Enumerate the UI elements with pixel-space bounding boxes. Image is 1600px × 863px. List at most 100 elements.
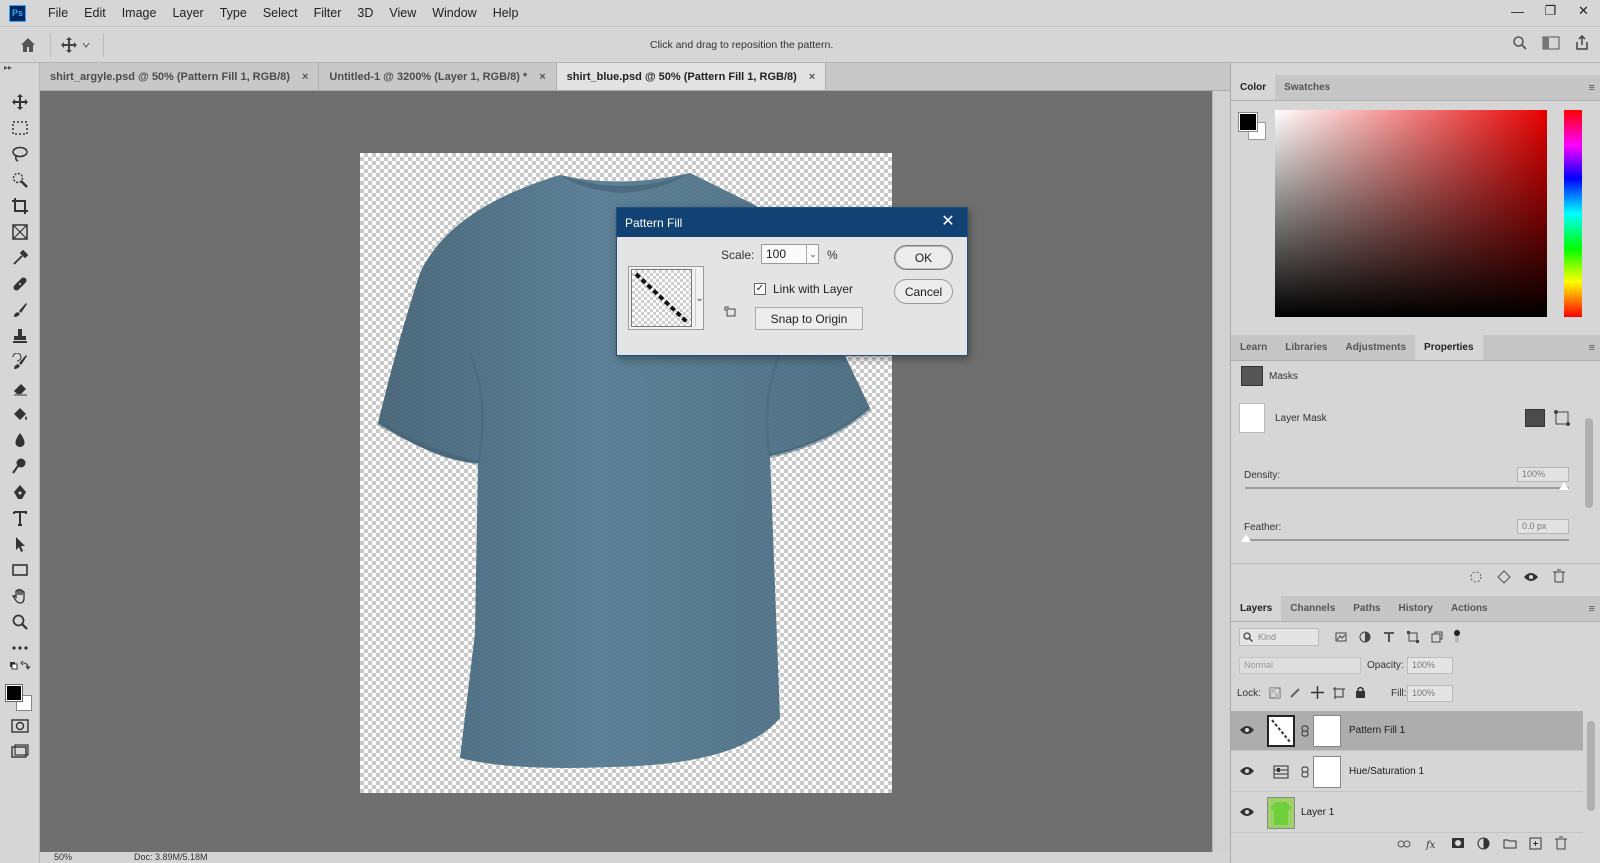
panel-menu-icon[interactable]: ≡ — [1589, 82, 1595, 94]
scale-dropdown-arrow-icon[interactable]: ⌄ — [806, 245, 819, 263]
menu-help[interactable]: Help — [485, 0, 527, 26]
tab-untitled-1[interactable]: Untitled-1 @ 3200% (Layer 1, RGB/8) * × — [319, 63, 557, 90]
rectangle-tool-icon[interactable] — [8, 559, 32, 581]
tab-actions[interactable]: Actions — [1442, 596, 1497, 621]
layer-mask-thumbnail[interactable] — [1313, 715, 1341, 747]
add-pixel-mask-icon[interactable] — [1525, 409, 1545, 427]
panel-menu-icon[interactable]: ≡ — [1589, 603, 1595, 615]
quick-mask-icon[interactable] — [8, 715, 32, 737]
menu-view[interactable]: View — [381, 0, 424, 26]
move-tool-preset[interactable] — [60, 35, 100, 55]
layer-mask-thumbnail[interactable] — [1313, 756, 1341, 788]
layers-scrollbar[interactable] — [1585, 709, 1597, 829]
crop-tool-icon[interactable] — [8, 195, 32, 217]
lasso-tool-icon[interactable] — [8, 143, 32, 165]
pattern-picker[interactable]: ⌄ — [628, 266, 704, 330]
menu-edit[interactable]: Edit — [76, 0, 114, 26]
filter-adjustment-icon[interactable] — [1359, 631, 1371, 643]
marquee-tool-icon[interactable] — [8, 117, 32, 139]
filter-pixel-icon[interactable] — [1335, 631, 1347, 643]
layer-row-layer-1[interactable]: Layer 1 — [1231, 793, 1583, 833]
zoom-level[interactable]: 50% — [54, 852, 72, 862]
dialog-title-bar[interactable]: Pattern Fill ✕ — [617, 208, 967, 237]
tab-channels[interactable]: Channels — [1281, 596, 1344, 621]
add-mask-icon[interactable] — [1451, 837, 1465, 849]
tab-paths[interactable]: Paths — [1344, 596, 1389, 621]
lock-artboard-icon[interactable] — [1333, 687, 1345, 699]
screen-mode-icon[interactable] — [8, 741, 32, 763]
lock-pixels-icon[interactable] — [1289, 687, 1301, 699]
new-adjustment-layer-icon[interactable] — [1477, 837, 1490, 850]
tab-learn[interactable]: Learn — [1231, 335, 1276, 360]
eyedropper-tool-icon[interactable] — [8, 247, 32, 269]
properties-scrollbar[interactable] — [1583, 398, 1595, 558]
apply-mask-icon[interactable] — [1497, 570, 1511, 584]
fx-icon[interactable]: fx — [1425, 837, 1439, 851]
feather-slider[interactable] — [1245, 539, 1569, 541]
minimize-button[interactable]: — — [1501, 0, 1534, 22]
scrollbar-thumb[interactable] — [1587, 721, 1595, 811]
menu-file[interactable]: File — [40, 0, 76, 26]
layer-row-pattern-fill[interactable]: Pattern Fill 1 — [1231, 711, 1583, 751]
close-tab-icon[interactable]: × — [809, 71, 815, 83]
tab-layers[interactable]: Layers — [1231, 596, 1282, 621]
color-panel-foreground-swatch[interactable] — [1238, 112, 1258, 132]
filter-type-icon[interactable] — [1383, 631, 1395, 643]
fill-input[interactable]: 100% — [1407, 685, 1453, 702]
visibility-eye-icon[interactable] — [1523, 571, 1539, 583]
filter-shape-icon[interactable] — [1407, 631, 1419, 643]
eraser-tool-icon[interactable] — [8, 377, 32, 399]
layer-row-hue-saturation[interactable]: Hue/Saturation 1 — [1231, 752, 1583, 792]
menu-filter[interactable]: Filter — [306, 0, 350, 26]
lock-transparent-icon[interactable] — [1269, 687, 1281, 699]
blend-mode-select[interactable]: Normal — [1239, 657, 1361, 674]
swap-colors-icon[interactable] — [8, 659, 32, 673]
tab-color[interactable]: Color — [1231, 75, 1276, 100]
brush-tool-icon[interactable] — [8, 299, 32, 321]
load-selection-icon[interactable] — [1469, 570, 1483, 584]
opacity-input[interactable]: 100% — [1407, 657, 1453, 674]
lock-position-icon[interactable] — [1311, 686, 1324, 699]
path-selection-tool-icon[interactable] — [8, 533, 32, 555]
layer-mask-thumbnail[interactable] — [1239, 403, 1265, 433]
density-input[interactable]: 100% — [1517, 467, 1569, 482]
new-layer-icon[interactable] — [1529, 837, 1542, 850]
close-window-button[interactable]: ✕ — [1567, 0, 1600, 22]
cancel-button[interactable]: Cancel — [894, 279, 953, 304]
color-picker-field[interactable] — [1275, 110, 1547, 317]
feather-slider-thumb[interactable] — [1241, 534, 1251, 542]
tab-shirt-blue[interactable]: shirt_blue.psd @ 50% (Pattern Fill 1, RG… — [556, 63, 827, 90]
scrollbar-thumb[interactable] — [1585, 418, 1593, 508]
quick-selection-tool-icon[interactable] — [8, 169, 32, 191]
frame-tool-icon[interactable] — [8, 221, 32, 243]
feather-input[interactable]: 0.0 px — [1517, 519, 1569, 534]
pattern-fill-thumbnail[interactable] — [1267, 715, 1295, 747]
menu-type[interactable]: Type — [212, 0, 255, 26]
foreground-color-swatch[interactable] — [5, 684, 23, 702]
tab-history[interactable]: History — [1390, 596, 1442, 621]
menu-image[interactable]: Image — [114, 0, 165, 26]
hand-tool-icon[interactable] — [8, 585, 32, 607]
add-vector-mask-icon[interactable] — [1553, 409, 1571, 427]
home-icon[interactable] — [18, 35, 38, 55]
move-tool-icon[interactable] — [8, 91, 32, 113]
tab-swatches[interactable]: Swatches — [1275, 75, 1339, 100]
tab-libraries[interactable]: Libraries — [1276, 335, 1336, 360]
healing-brush-tool-icon[interactable] — [8, 273, 32, 295]
tab-shirt-argyle[interactable]: shirt_argyle.psd @ 50% (Pattern Fill 1, … — [40, 63, 320, 90]
menu-layer[interactable]: Layer — [164, 0, 211, 26]
close-tab-icon[interactable]: × — [539, 71, 545, 83]
filter-smart-object-icon[interactable] — [1431, 631, 1443, 643]
clone-stamp-tool-icon[interactable] — [8, 325, 32, 347]
menu-window[interactable]: Window — [424, 0, 484, 26]
visibility-eye-icon[interactable] — [1239, 806, 1255, 818]
menu-3d[interactable]: 3D — [349, 0, 381, 26]
delete-layer-icon[interactable] — [1555, 836, 1567, 850]
link-with-layer-checkbox[interactable]: ✓ — [754, 283, 766, 295]
ok-button[interactable]: OK — [894, 245, 953, 270]
filter-toggle-icon[interactable] — [1453, 629, 1461, 643]
new-group-icon[interactable] — [1503, 838, 1517, 849]
paint-bucket-tool-icon[interactable] — [8, 403, 32, 425]
link-icon[interactable] — [1301, 766, 1309, 778]
type-tool-icon[interactable] — [8, 507, 32, 529]
